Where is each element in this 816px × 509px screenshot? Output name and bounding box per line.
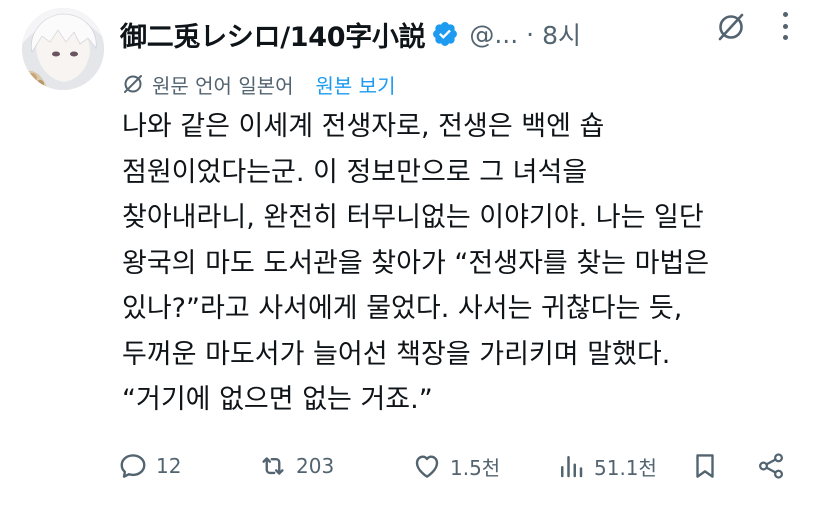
reply-count: 12 [156,454,182,478]
reply-button[interactable]: 12 [118,451,181,481]
show-original-link[interactable]: 원본 보기 [316,70,396,99]
retweet-count: 203 [296,454,335,478]
verified-badge-icon [433,22,458,46]
grok-icon[interactable] [716,12,746,42]
retweet-button[interactable]: 203 [258,451,334,481]
body-line: 나와 같은 이세계 전생자로, 전생은 백엔 숍 [122,111,605,142]
translation-bar: 원문 언어 일본어 원본 보기 [122,66,395,102]
body-line: 두꺼운 마도서가 늘어선 책장을 가리키며 말했다. [122,338,671,370]
action-bar: 12 203 1.5천 51.1천 [118,444,796,488]
body-line: 있나?”라고 사서에게 물었다. 사서는 귀찮다는 듯, [122,293,683,324]
body-line: 점원이었다는군. 이 정보만으로 그 녀석을 [122,156,588,188]
timestamp[interactable]: 8시 [542,16,581,52]
translation-note: 원문 언어 일본어 [152,73,294,98]
retweet-icon [262,457,284,475]
share-button[interactable] [756,451,786,481]
like-icon [415,455,439,478]
bookmark-button[interactable] [690,451,720,481]
translate-icon [124,75,142,93]
more-icon[interactable] [780,12,790,40]
like-button[interactable]: 1.5천 [412,451,500,481]
reply-icon [120,454,146,478]
tweet-header: 御二兎レシロ/140字小説 @... · 8시 [120,8,796,60]
views-icon [561,456,583,478]
body-line: “거기에 없으면 없는 거죠.” [122,384,433,415]
views-button[interactable]: 51.1천 [556,451,657,481]
bookmark-icon [696,454,714,478]
like-count: 1.5천 [450,455,501,480]
author-handle[interactable]: @... [469,20,518,49]
author-name[interactable]: 御二兎レシロ/140字小説 [120,15,426,54]
view-count: 51.1천 [594,455,657,480]
share-icon [758,453,784,479]
tweet-body: 나와 같은 이세계 전생자로, 전생은 백엔 숍 점원이었다는군. 이 정보만으… [122,104,792,423]
body-line: 왕국의 마도 도서관을 찾아가 “전생자를 찾는 마법은 [122,247,710,279]
body-line: 찾아내라니, 완전히 터무니없는 이야기야. 나는 일단 [122,202,704,233]
avatar[interactable] [22,8,104,90]
separator-dot: · [526,19,535,49]
